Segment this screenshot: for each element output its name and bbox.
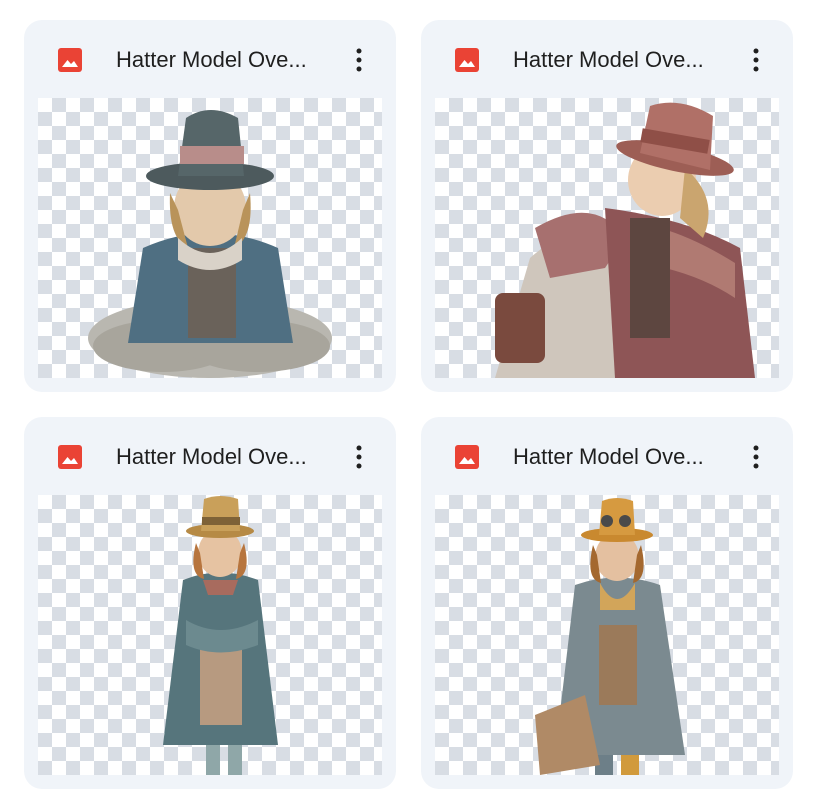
file-card[interactable]: Hatter Model Ove... bbox=[24, 417, 396, 789]
file-title[interactable]: Hatter Model Ove... bbox=[116, 45, 336, 75]
file-title[interactable]: Hatter Model Ove... bbox=[513, 45, 733, 75]
file-card-header: Hatter Model Ove... bbox=[421, 417, 793, 495]
image-file-icon bbox=[455, 445, 479, 469]
file-grid: Hatter Model Ove... Hatter Model Ove... … bbox=[0, 0, 816, 802]
file-card[interactable]: Hatter Model Ove... bbox=[421, 417, 793, 789]
file-card[interactable]: Hatter Model Ove... bbox=[421, 20, 793, 392]
file-thumbnail[interactable] bbox=[38, 98, 382, 378]
file-thumbnail[interactable] bbox=[435, 98, 779, 378]
file-thumbnail[interactable] bbox=[435, 495, 779, 775]
more-vert-icon[interactable] bbox=[743, 441, 769, 473]
file-card-header: Hatter Model Ove... bbox=[24, 417, 396, 495]
file-card-header: Hatter Model Ove... bbox=[421, 20, 793, 98]
more-vert-icon[interactable] bbox=[346, 44, 372, 76]
hatter-standing-figure bbox=[163, 496, 278, 775]
more-vert-icon[interactable] bbox=[346, 441, 372, 473]
hatter-sitting-figure bbox=[88, 110, 332, 378]
image-file-icon bbox=[58, 48, 82, 72]
image-file-icon bbox=[58, 445, 82, 469]
file-thumbnail[interactable] bbox=[38, 495, 382, 775]
file-card-header: Hatter Model Ove... bbox=[24, 20, 396, 98]
file-card[interactable]: Hatter Model Ove... bbox=[24, 20, 396, 392]
file-title[interactable]: Hatter Model Ove... bbox=[116, 442, 336, 472]
image-file-icon bbox=[455, 48, 479, 72]
more-vert-icon[interactable] bbox=[743, 44, 769, 76]
hatter-goggles-figure bbox=[535, 498, 685, 775]
file-title[interactable]: Hatter Model Ove... bbox=[513, 442, 733, 472]
hatter-sitting-aside-figure bbox=[495, 102, 755, 378]
